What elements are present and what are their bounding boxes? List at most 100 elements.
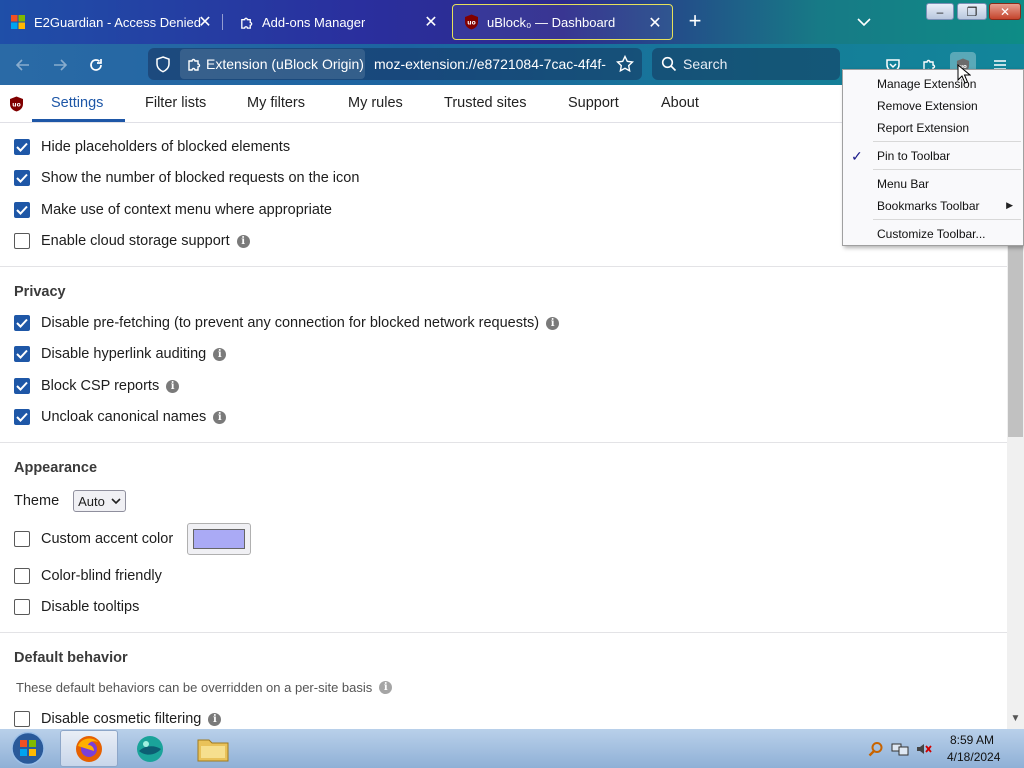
tab-my-rules[interactable]: My rules [348,95,403,111]
clock-date[interactable]: 4/18/2024 [947,750,1000,764]
reload-icon [90,59,102,71]
back-button[interactable] [10,52,36,78]
checkbox-unchecked[interactable] [14,711,30,727]
search-icon [661,56,677,72]
checkbox-checked[interactable] [14,170,30,186]
list-all-tabs-button[interactable] [852,12,876,32]
submenu-arrow-icon: ▶ [1006,200,1013,210]
taskbar-file-explorer[interactable] [184,730,242,767]
setting-custom-accent[interactable]: Custom accent color [14,523,252,555]
setting-uncloak-cname[interactable]: Uncloak canonical names i [14,409,227,425]
checkbox-unchecked[interactable] [14,531,30,547]
search-magnifier-icon[interactable] [868,741,884,757]
section-divider [0,442,1007,443]
tab-support[interactable]: Support [568,95,619,111]
setting-show-blocked-count[interactable]: Show the number of blocked requests on t… [14,170,359,186]
bookmark-star-icon[interactable] [615,54,635,78]
url-text[interactable]: moz-extension://e8721084-7cac-4f4f- [374,56,609,72]
setting-block-csp[interactable]: Block CSP reports i [14,378,180,394]
tab-title: Add-ons Manager [262,14,366,30]
search-field[interactable]: Search [652,48,840,80]
volume-muted-icon[interactable] [915,741,933,757]
info-icon[interactable]: i [236,234,250,248]
ublock-icon: uo [463,14,479,30]
tab-about[interactable]: About [661,95,699,111]
setting-color-blind[interactable]: Color-blind friendly [14,568,162,584]
setting-disable-prefetching[interactable]: Disable pre-fetching (to prevent any con… [14,315,560,331]
start-button[interactable] [4,729,48,768]
setting-hide-placeholders[interactable]: Hide placeholders of blocked elements [14,139,290,155]
info-icon[interactable]: i [213,410,227,424]
setting-disable-cosmetic[interactable]: Disable cosmetic filtering i [14,711,222,727]
default-behavior-description: These default behaviors can be overridde… [16,680,393,695]
setting-disable-tooltips[interactable]: Disable tooltips [14,599,139,615]
checkbox-checked[interactable] [14,315,30,331]
close-tab-icon[interactable]: ✕ [422,13,440,31]
tab-addons-manager[interactable]: Add-ons Manager ✕ [228,4,448,40]
menu-item-remove-extension[interactable]: Remove Extension [877,99,978,113]
setting-label: Disable pre-fetching (to prevent any con… [41,315,540,331]
setting-label: Disable cosmetic filtering [41,711,202,727]
tab-title: E2Guardian - Access Denied [34,14,201,30]
firefox-icon [76,735,102,762]
checkbox-checked[interactable] [14,346,30,362]
taskbar-browser-app[interactable] [121,730,179,767]
minimize-button[interactable]: – [926,3,954,20]
menu-separator [873,169,1021,170]
checkbox-unchecked[interactable] [14,568,30,584]
checkbox-unchecked[interactable] [14,233,30,249]
info-icon[interactable]: i [379,681,393,694]
menu-item-report-extension[interactable]: Report Extension [877,121,969,135]
close-tab-icon[interactable]: ✕ [196,13,214,31]
tab-e2guardian[interactable]: E2Guardian - Access Denied ✕ [0,4,222,40]
scroll-down-arrow-icon[interactable]: ▼ [1008,713,1023,728]
checkmark-icon: ✓ [851,148,863,164]
shield-icon[interactable] [155,56,171,78]
menu-item-customize-toolbar[interactable]: Customize Toolbar... [877,227,986,241]
svg-text:uo: uo [12,102,20,109]
globe-app-icon [137,735,163,762]
reload-button[interactable] [83,52,109,78]
info-icon[interactable]: i [166,379,180,393]
accent-color-picker[interactable] [187,523,252,555]
menu-item-bookmarks-toolbar[interactable]: Bookmarks Toolbar [877,199,980,213]
theme-select[interactable]: Auto [73,490,126,512]
chevron-down-icon [857,18,871,27]
description-text: These default behaviors can be overridde… [16,680,373,695]
section-heading-privacy: Privacy [14,284,66,300]
info-icon[interactable]: i [546,316,560,330]
tab-ublock-dashboard[interactable]: uo uBlock₀ — Dashboard ✕ [452,4,673,40]
theme-select-value: Auto [78,493,105,509]
tab-filter-lists[interactable]: Filter lists [145,95,206,111]
menu-separator [873,219,1021,220]
mouse-cursor-icon [957,63,972,89]
info-icon[interactable]: i [213,347,227,361]
taskbar-firefox[interactable] [60,730,118,767]
scrollbar-thumb[interactable] [1008,235,1023,437]
menu-item-pin-to-toolbar[interactable]: Pin to Toolbar [877,149,950,163]
checkbox-checked[interactable] [14,409,30,425]
clock-time[interactable]: 8:59 AM [950,733,994,747]
checkbox-unchecked[interactable] [14,599,30,615]
close-tab-icon[interactable]: ✕ [646,14,664,32]
setting-hyperlink-auditing[interactable]: Disable hyperlink auditing i [14,346,227,362]
identity-box[interactable]: Extension (uBlock Origin) [180,49,365,79]
checkbox-checked[interactable] [14,139,30,155]
tab-trusted-sites[interactable]: Trusted sites [444,95,526,111]
restore-button[interactable]: ❐ [957,3,987,20]
tab-strip: E2Guardian - Access Denied ✕ Add-ons Man… [0,0,1024,44]
tab-my-filters[interactable]: My filters [247,95,305,111]
checkbox-checked[interactable] [14,378,30,394]
setting-label: Custom accent color [41,531,174,547]
setting-context-menu[interactable]: Make use of context menu where appropria… [14,202,332,218]
menu-item-menu-bar[interactable]: Menu Bar [877,177,929,191]
forward-button[interactable] [47,52,73,78]
info-icon[interactable]: i [208,712,222,726]
network-icon[interactable] [891,741,909,757]
checkmark-icon [16,381,28,391]
tab-settings[interactable]: Settings [51,95,103,111]
new-tab-button[interactable]: + [683,10,707,34]
checkbox-checked[interactable] [14,202,30,218]
close-window-button[interactable]: ✕ [989,3,1021,20]
setting-cloud-storage[interactable]: Enable cloud storage support i [14,233,250,249]
